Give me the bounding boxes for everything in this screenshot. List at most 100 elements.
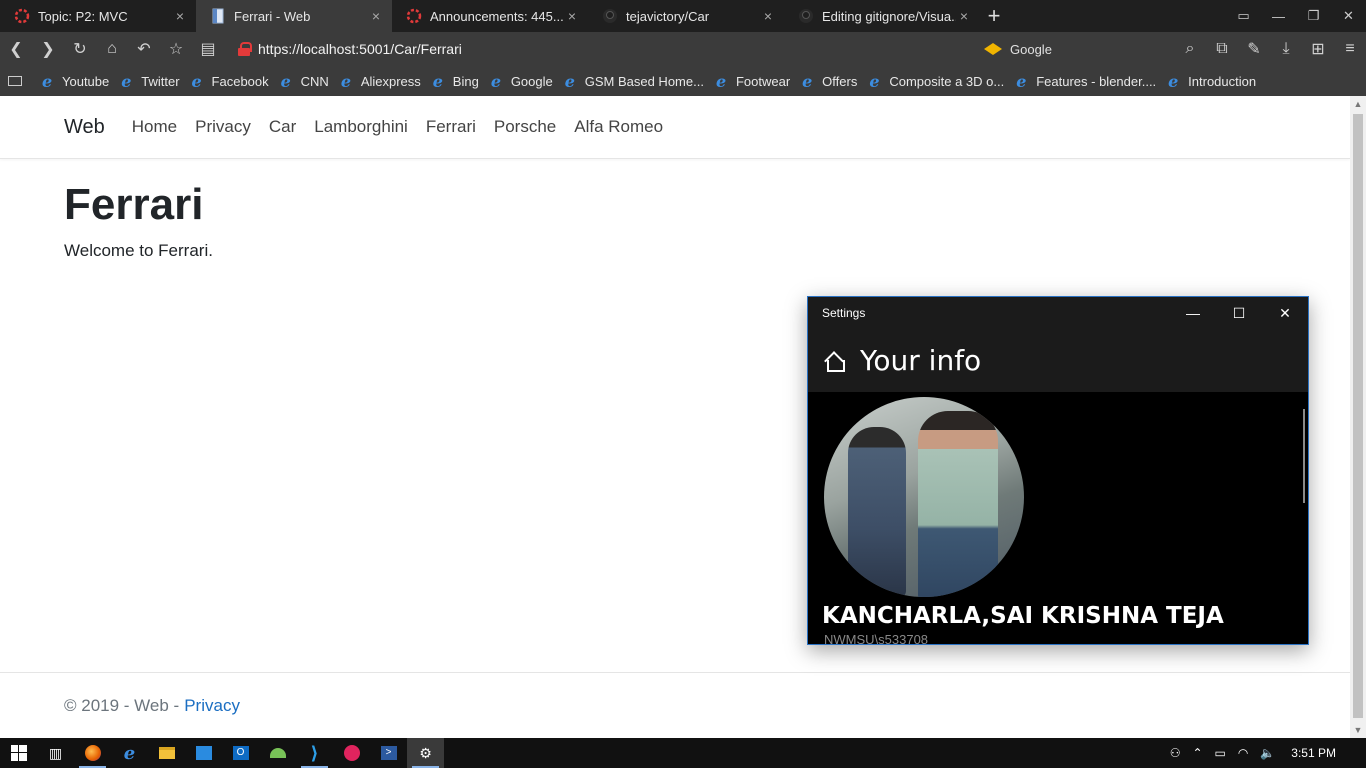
- browser-tab-active[interactable]: Ferrari - Web ×: [196, 0, 392, 32]
- remote-desktop-icon[interactable]: [185, 738, 222, 768]
- browser-tab[interactable]: Topic: P2: MVC ×: [0, 0, 196, 32]
- home-icon[interactable]: [824, 351, 845, 372]
- bookmark-item[interactable]: e Composite a 3D o...: [869, 71, 1004, 91]
- page-scrollbar[interactable]: ▲ ▼: [1350, 96, 1366, 738]
- close-window-icon[interactable]: ✕: [1331, 0, 1366, 32]
- browser-tab[interactable]: tejavictory/Car ×: [588, 0, 784, 32]
- footer-privacy-link[interactable]: Privacy: [184, 696, 240, 716]
- wifi-icon[interactable]: ◠: [1238, 746, 1248, 760]
- bookmark-item[interactable]: e Offers: [802, 71, 857, 91]
- task-view-icon[interactable]: ▥: [37, 738, 74, 768]
- page-icon: [212, 8, 224, 24]
- edge-icon[interactable]: e: [111, 738, 148, 768]
- downloads-icon[interactable]: ⤓: [1270, 33, 1302, 65]
- address-bar[interactable]: https://localhost:5001/Car/Ferrari: [258, 41, 984, 57]
- reader-icon[interactable]: ▤: [192, 33, 224, 65]
- new-tab-button[interactable]: +: [980, 0, 1008, 32]
- settings-heading: Your info: [860, 344, 982, 377]
- close-icon[interactable]: ×: [956, 8, 972, 24]
- android-studio-icon[interactable]: [259, 738, 296, 768]
- back-icon[interactable]: ❮: [0, 33, 32, 65]
- powershell-icon[interactable]: >: [370, 738, 407, 768]
- lock-icon[interactable]: [238, 42, 252, 56]
- nav-link-alfa-romeo[interactable]: Alfa Romeo: [574, 117, 663, 137]
- sidebar-panel-icon[interactable]: [8, 76, 22, 86]
- canvas-icon: [14, 8, 30, 24]
- undo-icon[interactable]: ↶: [128, 33, 160, 65]
- close-icon[interactable]: ✕: [1262, 297, 1308, 329]
- scroll-down-icon[interactable]: ▼: [1350, 722, 1366, 738]
- site-footer: © 2019 - Web - Privacy: [0, 672, 1350, 738]
- ie-icon: e: [1016, 71, 1027, 91]
- nav-link-porsche[interactable]: Porsche: [494, 117, 556, 137]
- firefox-icon[interactable]: [74, 738, 111, 768]
- tab-bar: Topic: P2: MVC × Ferrari - Web × Announc…: [0, 0, 1366, 32]
- bookmark-item[interactable]: e Bing: [433, 73, 479, 89]
- people-icon[interactable]: ⚇: [1170, 746, 1181, 760]
- volume-icon[interactable]: 🔈: [1260, 746, 1275, 760]
- extensions-icon[interactable]: ⊞: [1302, 33, 1334, 65]
- site-brand[interactable]: Web: [64, 116, 105, 139]
- bookmark-item[interactable]: e Google: [491, 73, 553, 89]
- notes-icon[interactable]: ✎: [1238, 33, 1270, 65]
- close-icon[interactable]: ×: [564, 8, 580, 24]
- settings-titlebar[interactable]: Settings — ☐ ✕: [808, 297, 1308, 329]
- search-box[interactable]: Google: [984, 42, 1174, 57]
- battery-icon[interactable]: ▭: [1215, 746, 1226, 760]
- scroll-up-icon[interactable]: ▲: [1350, 96, 1366, 112]
- maximize-icon[interactable]: ☐: [1216, 297, 1262, 329]
- app-icon[interactable]: [333, 738, 370, 768]
- start-icon[interactable]: [0, 738, 37, 768]
- bookmark-item[interactable]: e GSM Based Home...: [565, 73, 704, 89]
- close-icon[interactable]: ×: [760, 8, 776, 24]
- sidebar-toggle-icon[interactable]: ▭: [1226, 0, 1261, 32]
- search-engine-label: Google: [1010, 41, 1052, 57]
- home-icon[interactable]: ⌂: [96, 33, 128, 65]
- welcome-text: Welcome to Ferrari.: [64, 241, 213, 260]
- ie-icon: e: [802, 71, 813, 91]
- tab-title: Editing gitignore/Visua...: [822, 8, 956, 24]
- clock[interactable]: 3:51 PM: [1291, 746, 1336, 760]
- canvas-icon: [406, 8, 422, 24]
- menu-icon[interactable]: ≡: [1334, 33, 1366, 65]
- nav-link-car[interactable]: Car: [269, 117, 296, 137]
- minimize-icon[interactable]: —: [1170, 297, 1216, 329]
- bookmark-item[interactable]: e Youtube: [42, 73, 109, 89]
- bookmark-item[interactable]: e Twitter: [121, 73, 179, 89]
- bookmark-item[interactable]: e Aliexpress: [341, 73, 421, 89]
- nav-link-ferrari[interactable]: Ferrari: [426, 117, 476, 137]
- close-icon[interactable]: ×: [368, 8, 384, 24]
- bookmark-item[interactable]: e Introduction: [1168, 71, 1256, 91]
- restore-icon[interactable]: ❐: [1296, 0, 1331, 32]
- close-icon[interactable]: ×: [172, 8, 188, 24]
- settings-gear-icon[interactable]: ⚙: [407, 738, 444, 768]
- nav-link-home[interactable]: Home: [132, 117, 177, 137]
- bookmark-item[interactable]: e Footwear: [716, 73, 790, 89]
- ie-icon: e: [869, 71, 880, 91]
- bookmark-item[interactable]: e Facebook: [191, 71, 269, 91]
- browser-tab[interactable]: Announcements: 445... ×: [392, 0, 588, 32]
- tab-title: Topic: P2: MVC: [38, 8, 128, 24]
- bookmarks-bar: e Youtube e Twitter e Facebook e CNN e Aliexp…: [0, 66, 1366, 96]
- reload-icon[interactable]: ↻: [64, 33, 96, 65]
- outlook-icon[interactable]: O: [222, 738, 259, 768]
- nav-link-privacy[interactable]: Privacy: [195, 117, 251, 137]
- search-engine-icon[interactable]: [984, 43, 1002, 55]
- settings-scrollbar[interactable]: [1303, 409, 1305, 503]
- ie-icon: e: [191, 71, 202, 91]
- tab-title: Ferrari - Web: [234, 8, 311, 24]
- search-icon[interactable]: ⌕: [1174, 33, 1206, 65]
- browser-tab[interactable]: Editing gitignore/Visua... ×: [784, 0, 980, 32]
- screenshot-icon[interactable]: ⧉: [1206, 33, 1238, 65]
- scrollbar-thumb[interactable]: [1353, 114, 1363, 718]
- file-explorer-icon[interactable]: [148, 738, 185, 768]
- vscode-icon[interactable]: ⟩: [296, 738, 333, 768]
- bookmark-item[interactable]: e Features - blender....: [1016, 71, 1156, 91]
- bookmark-star-icon[interactable]: ☆: [160, 33, 192, 65]
- bookmark-item[interactable]: e CNN: [281, 73, 329, 89]
- minimize-icon[interactable]: —: [1261, 0, 1296, 32]
- nav-link-lamborghini[interactable]: Lamborghini: [314, 117, 408, 137]
- chevron-up-icon[interactable]: ⌃: [1192, 746, 1202, 760]
- forward-icon[interactable]: ❯: [32, 33, 64, 65]
- ie-icon: e: [1168, 71, 1179, 91]
